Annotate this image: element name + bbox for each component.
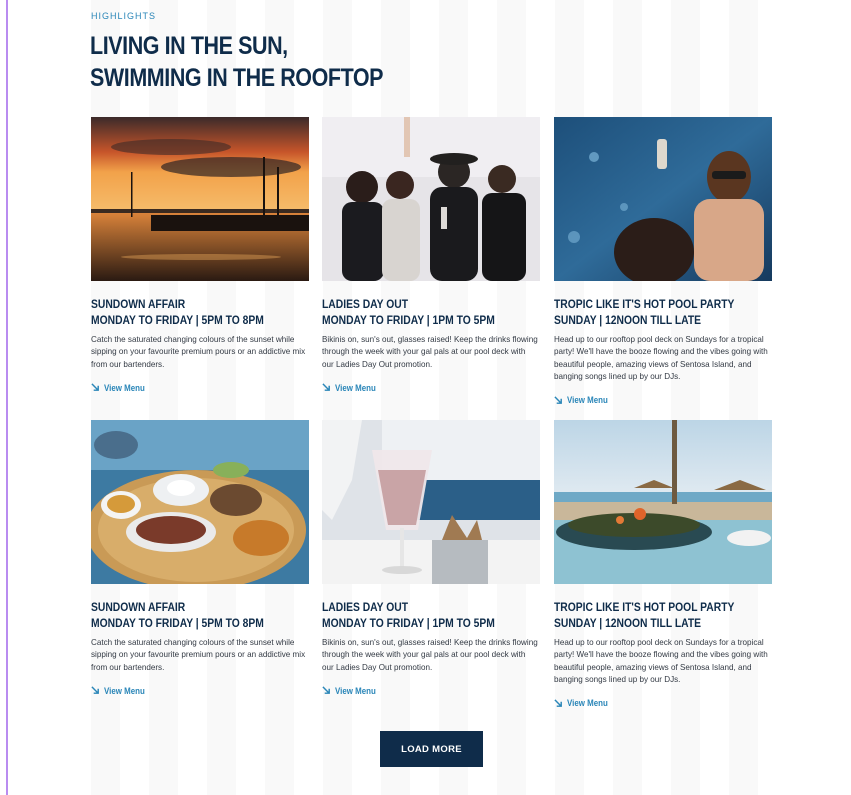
card-title: LADIES DAY OUT MONDAY TO FRIDAY | 1PM TO… [322,296,509,328]
headline-line-2: SWIMMING IN THE ROOFTOP [90,64,384,92]
section-headline: LIVING IN THE SUN, SWIMMING IN THE ROOFT… [90,30,384,94]
highlight-card: TROPIC LIKE IT'S HOT POOL PARTY SUNDAY |… [554,420,772,708]
card-title-line-1: SUNDOWN AFFAIR [91,297,186,311]
highlight-card: LADIES DAY OUT MONDAY TO FRIDAY | 1PM TO… [322,117,540,393]
food-platter-photo-icon [91,420,309,584]
card-description: Bikinis on, sun's out, glasses raised! K… [322,335,538,369]
card-image[interactable] [554,117,772,281]
view-menu-label: View Menu [567,698,608,709]
view-menu-link[interactable]: View Menu [554,395,772,405]
card-title: TROPIC LIKE IT'S HOT POOL PARTY SUNDAY |… [554,599,741,631]
card-title-line-1: SUNDOWN AFFAIR [91,600,186,614]
view-menu-label: View Menu [335,685,376,696]
highlight-card: TROPIC LIKE IT'S HOT POOL PARTY SUNDAY |… [554,117,772,405]
card-title-line-1: TROPIC LIKE IT'S HOT POOL PARTY [554,600,735,614]
card-title-line-2: MONDAY TO FRIDAY | 1PM TO 5PM [322,616,495,630]
section-eyebrow: HIGHLIGHTS [91,11,157,21]
arrow-down-right-icon [554,396,562,404]
load-more-button[interactable]: LOAD MORE [380,731,483,767]
card-description: Catch the saturated changing colours of … [91,638,306,672]
card-title: SUNDOWN AFFAIR MONDAY TO FRIDAY | 5PM TO… [91,296,278,328]
card-title: TROPIC LIKE IT'S HOT POOL PARTY SUNDAY |… [554,296,741,328]
view-menu-link[interactable]: View Menu [554,698,772,708]
card-image[interactable] [322,420,540,584]
card-title-line-2: SUNDAY | 12NOON TILL LATE [554,313,702,327]
card-title-line-2: MONDAY TO FRIDAY | 5PM TO 8PM [91,313,264,327]
card-image[interactable] [91,420,309,584]
card-title-line-2: MONDAY TO FRIDAY | 5PM TO 8PM [91,616,264,630]
view-menu-label: View Menu [335,382,376,393]
arrow-down-right-icon [554,699,562,707]
headline-line-1: LIVING IN THE SUN, [90,32,288,60]
left-accent-rule [6,0,8,795]
cocktail-photo-icon [322,420,540,584]
highlight-card: SUNDOWN AFFAIR MONDAY TO FRIDAY | 5PM TO… [91,420,309,696]
card-title-line-2: SUNDAY | 12NOON TILL LATE [554,616,702,630]
card-title: SUNDOWN AFFAIR MONDAY TO FRIDAY | 5PM TO… [91,599,278,631]
card-image[interactable] [554,420,772,584]
highlight-card: SUNDOWN AFFAIR MONDAY TO FRIDAY | 5PM TO… [91,117,309,393]
card-title-line-1: LADIES DAY OUT [322,600,409,614]
view-menu-label: View Menu [104,382,145,393]
sunset-photo-icon [91,117,309,281]
arrow-down-right-icon [91,383,99,392]
view-menu-link[interactable]: View Menu [91,686,309,696]
card-description: Catch the saturated changing colours of … [91,335,306,369]
pool-photo-icon [554,117,772,281]
view-menu-label: View Menu [104,685,145,696]
view-menu-link[interactable]: View Menu [91,383,309,393]
card-title: LADIES DAY OUT MONDAY TO FRIDAY | 1PM TO… [322,599,509,631]
beach-bowl-photo-icon [554,420,772,584]
card-description: Head up to our rooftop pool deck on Sund… [554,335,768,381]
card-description: Head up to our rooftop pool deck on Sund… [554,638,768,684]
arrow-down-right-icon [322,686,330,695]
party-photo-icon [322,117,540,281]
arrow-down-right-icon [91,686,99,695]
card-title-line-2: MONDAY TO FRIDAY | 1PM TO 5PM [322,313,495,327]
card-image[interactable] [91,117,309,281]
view-menu-link[interactable]: View Menu [322,383,540,393]
card-description: Bikinis on, sun's out, glasses raised! K… [322,638,538,672]
card-title-line-1: TROPIC LIKE IT'S HOT POOL PARTY [554,297,735,311]
view-menu-label: View Menu [567,395,608,406]
card-title-line-1: LADIES DAY OUT [322,297,409,311]
highlight-card: LADIES DAY OUT MONDAY TO FRIDAY | 1PM TO… [322,420,540,696]
card-image[interactable] [322,117,540,281]
arrow-down-right-icon [322,383,330,392]
view-menu-link[interactable]: View Menu [322,686,540,696]
